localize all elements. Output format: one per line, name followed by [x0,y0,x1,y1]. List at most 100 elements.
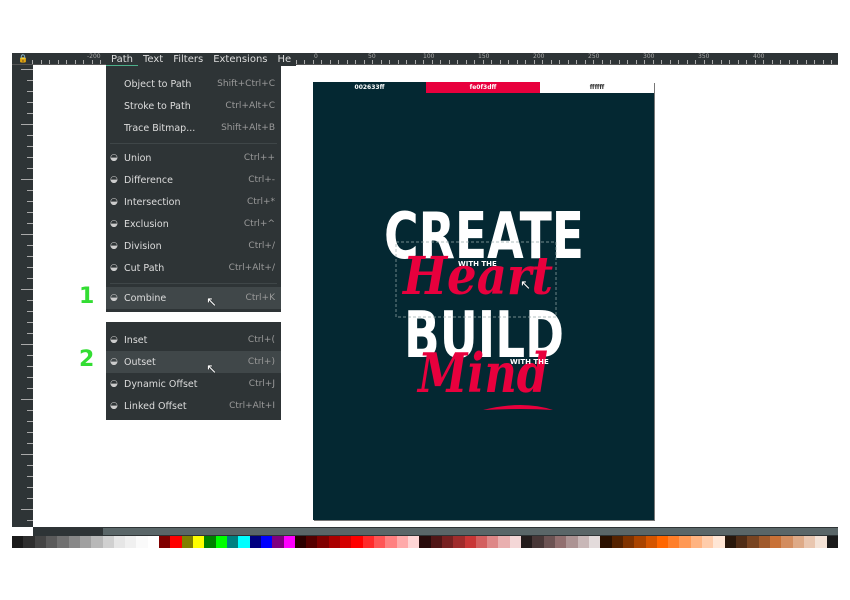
palette-swatch[interactable] [125,536,137,548]
menu-item-stroke-to-path[interactable]: Stroke to Path Ctrl+Alt+C [106,95,281,117]
palette-swatch[interactable] [272,536,284,548]
palette-swatch[interactable] [634,536,646,548]
menu-item-exclusion[interactable]: ◒ Exclusion Ctrl+^ [106,213,281,235]
palette-swatch[interactable] [351,536,363,548]
palette-swatch[interactable] [113,536,126,548]
palette-swatch[interactable] [826,536,838,548]
palette-swatch[interactable] [12,536,24,548]
menu-item-division[interactable]: ◒ Division Ctrl+/ [106,235,281,257]
palette-swatch[interactable] [294,536,307,548]
palette-swatch[interactable] [622,536,635,548]
palette-swatch[interactable] [464,536,476,548]
palette-swatch[interactable] [306,536,318,548]
palette-swatch[interactable] [170,536,182,548]
palette-swatch[interactable] [385,536,397,548]
palette-swatch[interactable] [419,536,431,548]
menu-item-difference[interactable]: ◒ Difference Ctrl+- [106,169,281,191]
palette-swatch[interactable] [91,536,103,548]
menu-item-intersection[interactable]: ◒ Intersection Ctrl+* [106,191,281,213]
palette-swatch[interactable] [781,536,793,548]
palette-swatch[interactable] [487,536,499,548]
palette-swatch[interactable] [611,536,623,548]
palette-swatch[interactable] [362,536,374,548]
palette-swatch[interactable] [430,536,442,548]
palette-swatch[interactable] [543,536,555,548]
menu-text[interactable]: Text [138,53,168,66]
palette-swatch[interactable] [555,536,567,548]
palette-swatch[interactable] [702,536,714,548]
palette-swatch[interactable] [23,536,35,548]
menu-item-outset[interactable]: ◒ Outset Ctrl+) [106,351,281,373]
palette-swatch[interactable] [340,536,352,548]
menu-extensions[interactable]: Extensions [208,53,272,66]
menu-item-inset[interactable]: ◒ Inset Ctrl+( [106,329,281,351]
palette-swatch[interactable] [724,536,736,548]
menu-item-union[interactable]: ◒ Union Ctrl++ [106,147,281,169]
palette-swatch[interactable] [792,536,804,548]
step-label-2: 2 [79,347,95,372]
palette-swatch[interactable] [803,536,816,548]
lock-icon[interactable]: 🔒 [18,54,28,63]
menu-item-dynamic-offset[interactable]: ◒ Dynamic Offset Ctrl+J [106,373,281,395]
palette-swatch[interactable] [102,536,114,548]
palette-swatch[interactable] [374,536,386,548]
menu-filters[interactable]: Filters [168,53,208,66]
palette-swatch[interactable] [566,536,578,548]
palette-swatch[interactable] [283,536,295,548]
palette-swatch[interactable] [226,536,239,548]
palette-swatch[interactable] [260,536,273,548]
palette-swatch[interactable] [45,536,58,548]
palette-swatch[interactable] [656,536,669,548]
palette-swatch[interactable] [600,536,612,548]
palette-swatch[interactable] [181,536,193,548]
palette-swatch[interactable] [679,536,691,548]
palette-swatch[interactable] [645,536,657,548]
menu-item-object-to-path[interactable]: Object to Path Shift+Ctrl+C [106,73,281,95]
palette-swatch[interactable] [328,536,341,548]
palette-swatch[interactable] [769,536,782,548]
palette-swatch[interactable] [215,536,227,548]
menu-item-trace-bitmap[interactable]: Trace Bitmap... Shift+Alt+B [106,117,281,139]
menu-item-linked-offset[interactable]: ◒ Linked Offset Ctrl+Alt+I [106,395,281,417]
palette-swatch[interactable] [159,536,171,548]
palette-swatch[interactable] [136,536,148,548]
palette-swatch[interactable] [509,536,522,548]
palette-swatch[interactable] [68,536,80,548]
palette-swatch[interactable] [79,536,92,548]
palette-swatch[interactable] [475,536,488,548]
palette-swatch[interactable] [815,536,827,548]
palette-swatch[interactable] [758,536,770,548]
color-palette[interactable] [12,536,838,548]
poster-artboard[interactable]: 002633ff fe0f3dff ffffff CREATE BUILD He… [313,82,654,520]
palette-swatch[interactable] [34,536,46,548]
ruler-tick [567,60,569,64]
palette-swatch[interactable] [736,536,748,548]
horizontal-scrollbar[interactable] [33,527,838,536]
palette-swatch[interactable] [453,536,465,548]
palette-swatch[interactable] [238,536,250,548]
menu-path[interactable]: Path [106,53,138,66]
palette-swatch[interactable] [204,536,216,548]
palette-swatch[interactable] [521,536,533,548]
palette-swatch[interactable] [193,536,205,548]
palette-swatch[interactable] [57,536,69,548]
palette-swatch[interactable] [577,536,589,548]
menu-item-combine[interactable]: ◒ Combine Ctrl+K [106,287,281,309]
palette-swatch[interactable] [317,536,329,548]
palette-swatch[interactable] [498,536,510,548]
palette-swatch[interactable] [441,536,454,548]
menu-help[interactable]: He [273,53,297,66]
palette-swatch[interactable] [713,536,725,548]
scrollbar-thumb[interactable] [103,528,838,535]
palette-swatch[interactable] [588,536,601,548]
palette-swatch[interactable] [668,536,680,548]
palette-swatch[interactable] [396,536,408,548]
menu-item-cut-path[interactable]: ◒ Cut Path Ctrl+Alt+/ [106,257,281,279]
palette-swatch[interactable] [532,536,544,548]
palette-swatch[interactable] [747,536,759,548]
palette-swatch[interactable] [147,536,160,548]
palette-swatch[interactable] [690,536,703,548]
palette-swatch[interactable] [249,536,261,548]
palette-swatch[interactable] [407,536,420,548]
ruler-label: 200 [533,53,545,60]
